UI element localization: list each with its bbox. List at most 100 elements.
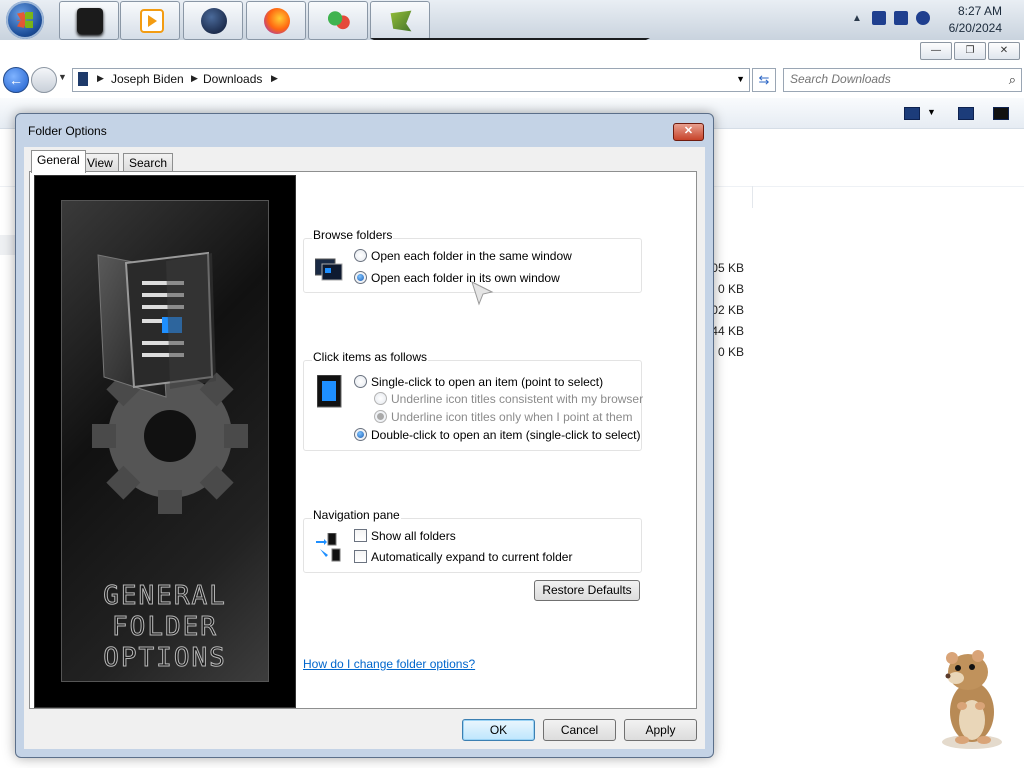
cancel-button[interactable]: Cancel	[543, 719, 616, 741]
radio-button[interactable]	[354, 271, 367, 284]
black-box-icon	[77, 8, 103, 34]
tab-view[interactable]: View	[81, 153, 119, 172]
checkbox-label: Show all folders	[371, 529, 456, 543]
pointer-icon	[317, 375, 342, 408]
address-dropdown-icon[interactable]: ▼	[736, 74, 745, 84]
navigation-pane-icon	[316, 533, 341, 562]
checkbox-auto-expand[interactable]: Automatically expand to current folder	[354, 550, 572, 564]
breadcrumb-arrow-icon[interactable]: ▶	[97, 73, 104, 84]
restore-defaults-button[interactable]: Restore Defaults	[534, 580, 640, 601]
tools-icon	[390, 10, 412, 32]
browse-folders-title: Browse folders	[312, 228, 394, 242]
taskbar-button-media-player[interactable]	[120, 1, 180, 40]
dialog-close-button[interactable]: ✕	[673, 123, 704, 141]
click-items-group: Click items as follows Single-click to o…	[303, 350, 643, 451]
breadcrumb-arrow-icon[interactable]: ▶	[271, 73, 278, 84]
help-icon[interactable]	[993, 107, 1009, 120]
radio-button[interactable]	[354, 249, 367, 262]
globe-icon	[201, 8, 227, 34]
radio-label: Open each folder in its own window	[371, 271, 560, 285]
users-icon	[326, 8, 352, 34]
breadcrumb-user[interactable]: Joseph Biden	[111, 72, 184, 86]
taskbar-button-firefox[interactable]	[246, 1, 306, 40]
radio-single-click[interactable]: Single-click to open an item (point to s…	[354, 375, 603, 389]
art-frame: GENERAL FOLDER OPTIONS	[61, 200, 269, 682]
taskbar-button-globe[interactable]	[183, 1, 243, 40]
dialog-title: Folder Options	[28, 124, 107, 138]
radio-button[interactable]	[374, 392, 387, 405]
checkbox-label: Automatically expand to current folder	[371, 550, 573, 564]
radio-label: Open each folder in the same window	[371, 249, 572, 263]
tab-general[interactable]: General	[31, 150, 86, 173]
minimize-button[interactable]: —	[920, 42, 952, 60]
display-icon[interactable]	[894, 11, 908, 25]
art-caption-line: OPTIONS	[103, 643, 227, 674]
breadcrumb-arrow-icon[interactable]: ▶	[191, 73, 198, 84]
general-folder-options-art: GENERAL FOLDER OPTIONS	[34, 175, 296, 708]
folder-options-dialog: Folder Options ✕ General View Search GEN…	[15, 113, 714, 758]
radio-own-window[interactable]: Open each folder in its own window	[354, 271, 560, 285]
navigation-bar: ← ▼ ▶ Joseph Biden ▶ Downloads ▶ ▼ ⇆ ⌕	[0, 64, 1024, 94]
radio-label: Underline icon titles only when I point …	[391, 410, 633, 424]
maximize-button[interactable]: ❐	[954, 42, 986, 60]
clock-date[interactable]: 6/20/2024	[949, 21, 1002, 35]
art-caption-line: FOLDER	[112, 612, 218, 643]
taskbar-button-pinned-app[interactable]	[59, 1, 119, 40]
firefox-icon	[264, 8, 290, 34]
taskbar: ▲ 8:27 AM 6/20/2024	[0, 0, 1024, 41]
refresh-button[interactable]: ⇆	[752, 68, 776, 92]
recent-pages-arrow-icon[interactable]: ▼	[58, 72, 67, 82]
taskbar-button-users[interactable]	[308, 1, 368, 40]
tab-search[interactable]: Search	[123, 153, 174, 172]
window-controls: — ❐ ✕	[918, 42, 1020, 60]
clock-time[interactable]: 8:27 AM	[958, 4, 1002, 18]
ok-button[interactable]: OK	[462, 719, 535, 741]
column-divider	[752, 186, 753, 208]
view-dropdown-icon[interactable]: ▼	[927, 107, 936, 117]
media-player-icon	[140, 9, 164, 33]
radio-button[interactable]	[374, 410, 387, 423]
general-tab-panel: GENERAL FOLDER OPTIONS Browse folders Op…	[29, 171, 697, 709]
navigation-pane-group: Navigation pane Show all folders Automat…	[303, 508, 642, 573]
art-caption: GENERAL FOLDER OPTIONS	[62, 581, 268, 674]
radio-label: Single-click to open an item (point to s…	[371, 375, 604, 389]
radio-button[interactable]	[354, 375, 367, 388]
radio-same-window[interactable]: Open each folder in the same window	[354, 249, 572, 263]
folder-icon	[78, 72, 88, 86]
taskbar-button-tools[interactable]	[370, 1, 430, 40]
change-view-icon[interactable]	[904, 107, 920, 120]
search-icon[interactable]: ⌕	[1009, 72, 1016, 88]
back-button[interactable]: ←	[3, 67, 29, 93]
radio-underline-point[interactable]: Underline icon titles only when I point …	[374, 410, 632, 424]
address-bar[interactable]: ▶ Joseph Biden ▶ Downloads ▶ ▼	[72, 68, 750, 92]
radio-label: Underline icon titles consistent with my…	[391, 392, 644, 406]
start-button[interactable]	[6, 1, 44, 39]
radio-underline-browser[interactable]: Underline icon titles consistent with my…	[374, 392, 643, 406]
network-icon[interactable]	[872, 11, 886, 25]
art-caption-line: GENERAL	[103, 581, 227, 612]
speaker-icon[interactable]	[916, 11, 930, 25]
folder-gear-icon	[92, 251, 248, 514]
checkbox[interactable]	[354, 529, 367, 542]
preview-pane-icon[interactable]	[958, 107, 974, 120]
apply-button[interactable]: Apply	[624, 719, 697, 741]
close-window-button[interactable]: ✕	[988, 42, 1020, 60]
click-items-title: Click items as follows	[312, 350, 429, 364]
checkbox[interactable]	[354, 550, 367, 563]
windows-icon	[315, 258, 343, 281]
mouse-cursor-icon	[471, 281, 494, 306]
radio-double-click[interactable]: Double-click to open an item (single-cli…	[354, 428, 640, 442]
breadcrumb-downloads[interactable]: Downloads	[203, 72, 262, 86]
navigation-pane-title: Navigation pane	[312, 508, 401, 522]
search-input[interactable]	[784, 69, 990, 89]
search-box[interactable]: ⌕	[783, 68, 1022, 92]
show-hidden-icons-button[interactable]: ▲	[852, 13, 862, 24]
hamster-desktop-pet[interactable]	[932, 646, 1010, 750]
checkbox-show-all-folders[interactable]: Show all folders	[354, 529, 456, 543]
radio-label: Double-click to open an item (single-cli…	[371, 428, 641, 442]
system-tray: ▲ 8:27 AM 6/20/2024	[834, 0, 1024, 40]
radio-button[interactable]	[354, 428, 367, 441]
help-link[interactable]: How do I change folder options?	[303, 657, 475, 671]
forward-button[interactable]	[31, 67, 57, 93]
dialog-client-area: General View Search GENERAL FOLDER OPTIO…	[24, 147, 705, 749]
